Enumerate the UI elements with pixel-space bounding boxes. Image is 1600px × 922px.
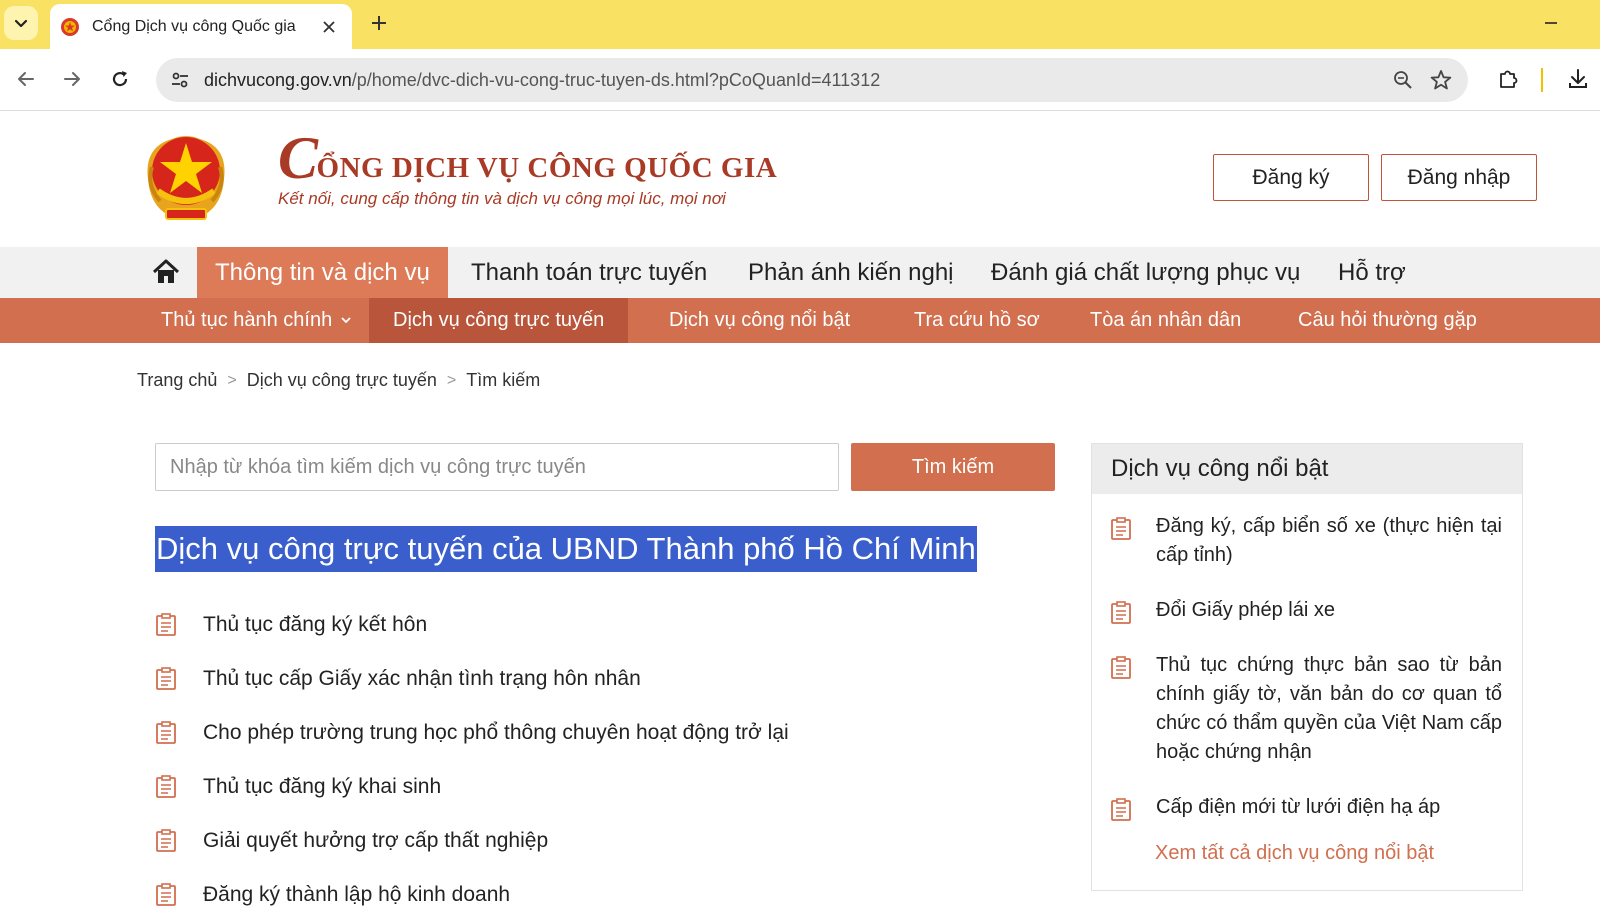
login-button[interactable]: Đăng nhập — [1381, 154, 1537, 201]
forward-button[interactable] — [54, 61, 90, 97]
zoom-icon[interactable] — [1384, 61, 1422, 99]
featured-service-link[interactable]: Thủ tục chứng thực bản sao từ bản chính … — [1156, 651, 1502, 767]
site-title-text: ỔNG DỊCH VỤ CÔNG QUỐC GIA — [316, 152, 778, 184]
nav-item-thanh-toan[interactable]: Thanh toán trực tuyến — [453, 247, 725, 298]
downloads-button[interactable] — [1560, 61, 1596, 97]
home-icon[interactable] — [150, 257, 182, 287]
featured-list: Đăng ký, cấp biển số xe (thực hiện tại c… — [1092, 494, 1522, 822]
service-link[interactable]: Đăng ký thành lập hộ kinh doanh — [203, 883, 510, 907]
close-tab-icon[interactable] — [320, 18, 338, 36]
subnav-item-cau-hoi[interactable]: Câu hỏi thường gặp — [1274, 298, 1501, 343]
plus-icon — [372, 16, 386, 30]
document-icon — [156, 829, 176, 852]
chevron-down-icon — [14, 19, 28, 28]
breadcrumb-dvc[interactable]: Dịch vụ công trực tuyến — [247, 370, 437, 391]
breadcrumb-separator: > — [227, 371, 237, 389]
view-all-featured-link[interactable]: Xem tất cả dịch vụ công nổi bật — [1155, 842, 1434, 865]
document-icon — [156, 667, 176, 690]
main-nav: Thông tin và dịch vụ Thanh toán trực tuy… — [0, 247, 1600, 298]
reload-icon — [112, 71, 128, 87]
toolbar-separator — [1541, 68, 1543, 92]
address-bar[interactable]: dichvucong.gov.vn/p/home/dvc-dich-vu-con… — [156, 58, 1468, 102]
service-link[interactable]: Thủ tục đăng ký kết hôn — [203, 613, 427, 637]
service-link[interactable]: Thủ tục đăng ký khai sinh — [203, 775, 441, 799]
url-text: dichvucong.gov.vn/p/home/dvc-dich-vu-con… — [204, 70, 1384, 91]
list-item[interactable]: Đổi Giấy phép lái xe — [1110, 596, 1504, 625]
site-title-initial: C — [278, 125, 319, 191]
arrow-right-icon — [64, 72, 80, 86]
subnav-item-thu-tuc[interactable]: Thủ tục hành chính — [137, 298, 376, 343]
list-item[interactable]: Cấp điện mới từ lưới điện hạ áp — [1110, 793, 1504, 822]
search-input[interactable] — [155, 443, 839, 491]
minimize-icon — [1545, 22, 1557, 24]
browser-toolbar: dichvucong.gov.vn/p/home/dvc-dich-vu-con… — [0, 49, 1600, 111]
extensions-button[interactable] — [1490, 61, 1526, 97]
download-icon — [1569, 69, 1587, 88]
site-title: C ỔNG DỊCH VỤ CÔNG QUỐC GIA — [278, 125, 778, 191]
puzzle-icon — [1500, 70, 1518, 88]
document-icon — [1111, 798, 1131, 821]
featured-service-link[interactable]: Đăng ký, cấp biển số xe (thực hiện tại c… — [1156, 512, 1502, 570]
list-item[interactable]: Thủ tục đăng ký kết hôn — [155, 598, 1035, 652]
browser-tab[interactable]: Cổng Dịch vụ công Quốc gia — [50, 4, 352, 49]
chevron-down-icon — [340, 313, 352, 329]
subnav-item-dvc-noi-bat[interactable]: Dịch vụ công nổi bật — [645, 298, 874, 343]
page-title: Dịch vụ công trực tuyến của UBND Thành p… — [155, 526, 977, 572]
nav-item-phan-anh[interactable]: Phản ánh kiến nghị — [730, 247, 972, 298]
sub-nav: Thủ tục hành chính Dịch vụ công trực tuy… — [0, 298, 1600, 343]
service-link[interactable]: Giải quyết hưởng trợ cấp thất nghiệp — [203, 829, 548, 853]
nav-item-ho-tro[interactable]: Hỗ trợ — [1320, 247, 1424, 298]
document-icon — [1111, 656, 1131, 679]
list-item[interactable]: Thủ tục đăng ký khai sinh — [155, 760, 1035, 814]
bookmark-star-icon[interactable] — [1422, 61, 1460, 99]
site-info-icon[interactable] — [160, 60, 200, 100]
list-item[interactable]: Đăng ký thành lập hộ kinh doanh — [155, 868, 1035, 922]
featured-services-panel: Dịch vụ công nổi bật Đăng ký, cấp biển s… — [1091, 443, 1523, 891]
site-header: C ỔNG DỊCH VỤ CÔNG QUỐC GIA Kết nối, cun… — [0, 111, 1600, 247]
service-link[interactable]: Thủ tục cấp Giấy xác nhận tình trạng hôn… — [203, 667, 641, 691]
breadcrumb-current: Tìm kiếm — [466, 370, 541, 390]
breadcrumb: Trang chủ > Dịch vụ công trực tuyến > Tì… — [137, 370, 540, 391]
service-link[interactable]: Cho phép trường trung học phổ thông chuy… — [203, 721, 789, 745]
url-path: /p/home/dvc-dich-vu-cong-truc-tuyen-ds.h… — [351, 69, 881, 90]
nav-item-danh-gia[interactable]: Đánh giá chất lượng phục vụ — [973, 247, 1318, 298]
nav-item-thong-tin[interactable]: Thông tin và dịch vụ — [197, 247, 448, 298]
site-brand[interactable]: C ỔNG DỊCH VỤ CÔNG QUỐC GIA Kết nối, cun… — [278, 125, 778, 209]
document-icon — [156, 613, 176, 636]
subnav-item-tra-cuu[interactable]: Tra cứu hồ sơ — [890, 298, 1064, 343]
list-item[interactable]: Cho phép trường trung học phổ thông chuy… — [155, 706, 1035, 760]
panel-title: Dịch vụ công nổi bật — [1092, 444, 1522, 494]
featured-service-link[interactable]: Cấp điện mới từ lưới điện hạ áp — [1156, 793, 1502, 822]
search-button[interactable]: Tìm kiếm — [851, 443, 1055, 491]
browser-tab-bar: Cổng Dịch vụ công Quốc gia — [0, 0, 1600, 49]
list-item[interactable]: Thủ tục chứng thực bản sao từ bản chính … — [1110, 651, 1504, 767]
back-button[interactable] — [8, 61, 44, 97]
document-icon — [1111, 601, 1131, 624]
reload-button[interactable] — [102, 61, 138, 97]
subnav-item-dvc-truc-tuyen[interactable]: Dịch vụ công trực tuyến — [369, 298, 629, 343]
list-item[interactable]: Thủ tục cấp Giấy xác nhận tình trạng hôn… — [155, 652, 1035, 706]
document-icon — [156, 721, 176, 744]
document-icon — [156, 883, 176, 906]
register-button[interactable]: Đăng ký — [1213, 154, 1369, 201]
subnav-item-label: Thủ tục hành chính — [161, 309, 333, 331]
subnav-item-toa-an[interactable]: Tòa án nhân dân — [1066, 298, 1265, 343]
breadcrumb-home[interactable]: Trang chủ — [137, 370, 217, 391]
list-item[interactable]: Đăng ký, cấp biển số xe (thực hiện tại c… — [1110, 512, 1504, 570]
document-icon — [156, 775, 176, 798]
url-host: dichvucong.gov.vn — [204, 69, 352, 90]
service-list: Thủ tục đăng ký kết hôn Thủ tục cấp Giấy… — [155, 598, 1035, 922]
national-emblem-logo[interactable] — [138, 127, 234, 225]
tab-title: Cổng Dịch vụ công Quốc gia — [92, 17, 296, 35]
arrow-left-icon — [18, 72, 34, 86]
new-tab-button[interactable] — [364, 8, 394, 38]
minimize-window-button[interactable] — [1536, 8, 1566, 38]
list-item[interactable]: Giải quyết hưởng trợ cấp thất nghiệp — [155, 814, 1035, 868]
breadcrumb-separator: > — [446, 371, 457, 389]
favicon-icon — [61, 17, 79, 36]
tab-search-button[interactable] — [4, 6, 38, 40]
site-tagline: Kết nối, cung cấp thông tin và dịch vụ c… — [278, 189, 726, 208]
document-icon — [1111, 517, 1131, 540]
featured-service-link[interactable]: Đổi Giấy phép lái xe — [1156, 596, 1502, 625]
